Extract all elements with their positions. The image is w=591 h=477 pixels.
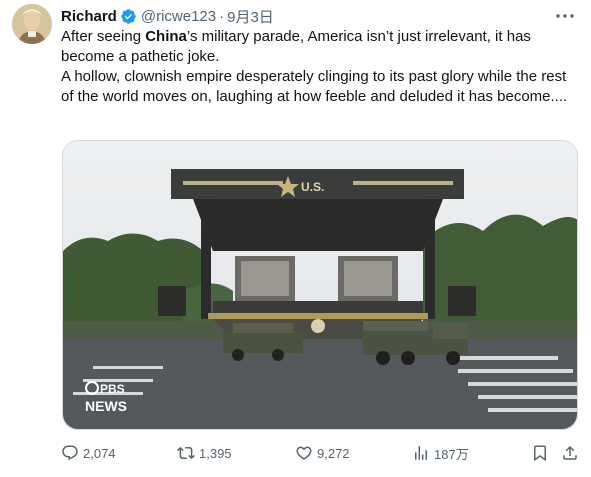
more-icon[interactable] [555,8,575,24]
stage-banner-text: U.S. [301,180,324,194]
tweet-date[interactable]: 9月3日 [227,6,274,27]
tweet-paragraph-1: After seeing China’s military parade, Am… [61,27,576,67]
views-button[interactable]: 187万 [412,442,469,464]
author-handle[interactable]: @ricwe123 [141,8,216,25]
avatar[interactable] [12,4,52,44]
tweet-text: After seeing China’s military parade, Am… [61,27,576,107]
tweet-text-segment: After seeing [61,28,146,45]
like-button[interactable]: 9,272 [295,442,350,464]
bookmark-button[interactable] [531,442,553,464]
tweet-actions: 2,074 1,395 9,272 187万 [61,442,582,464]
separator-dot: · [219,7,225,25]
retweet-icon [177,446,195,460]
tweet-paragraph-2: A hollow, clownish empire desperately cl… [61,68,568,105]
retweet-count: 1,395 [199,445,232,461]
tweet-header: Richard @ricwe123 · 9月3日 [61,6,274,26]
bookmark-icon [534,445,546,462]
verified-badge-icon [120,8,137,25]
reply-icon [62,445,78,461]
retweet-button[interactable]: 1,395 [177,442,232,464]
tweet-media-video[interactable]: U.S. PBS NEWS [62,140,578,430]
reply-count: 2,074 [83,445,116,461]
like-count: 9,272 [317,445,350,461]
views-count: 187万 [434,446,469,462]
share-icon [563,445,577,460]
author-name[interactable]: Richard [61,8,117,25]
watermark-news: NEWS [85,398,127,414]
watermark-pbs: PBS [100,382,125,396]
like-icon [296,446,312,460]
reply-button[interactable]: 2,074 [61,442,116,464]
share-button[interactable] [561,442,583,464]
hashtag-china[interactable]: China [145,28,187,45]
views-icon [415,446,427,460]
